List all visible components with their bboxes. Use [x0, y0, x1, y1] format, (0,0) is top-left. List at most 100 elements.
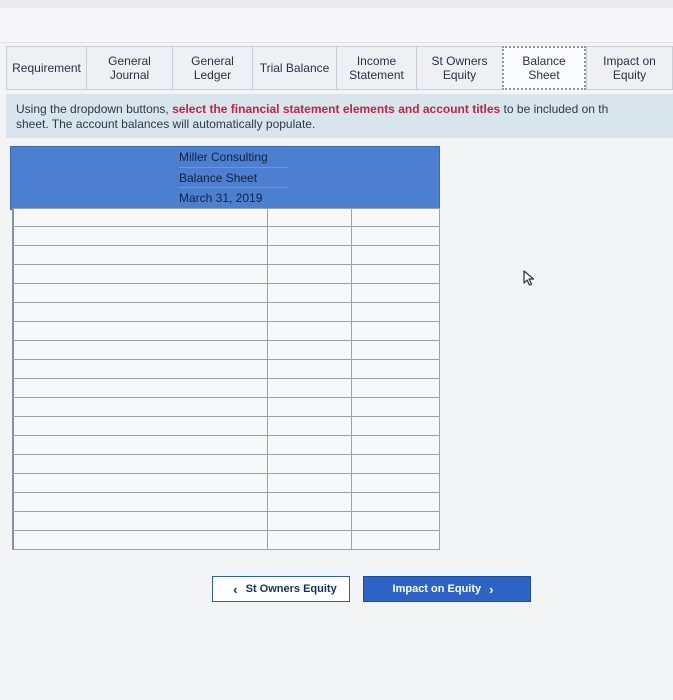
amount-cell[interactable] [268, 265, 352, 284]
mouse-cursor-icon [523, 270, 535, 286]
amount-cell[interactable] [268, 227, 352, 246]
tab-st-owners-equity[interactable]: St Owners Equity [416, 46, 502, 90]
instructions-highlight: select the financial statement elements … [172, 102, 501, 116]
total-cell[interactable] [352, 322, 440, 341]
table-row [12, 265, 440, 284]
table-row [12, 341, 440, 360]
balance-sheet-grid [12, 208, 440, 550]
instructions-banner: Using the dropdown buttons, select the f… [6, 94, 673, 138]
amount-cell[interactable] [268, 436, 352, 455]
total-cell[interactable] [352, 398, 440, 417]
table-row [12, 284, 440, 303]
account-title-dropdown[interactable] [12, 436, 268, 455]
total-cell[interactable] [352, 417, 440, 436]
account-title-dropdown[interactable] [12, 493, 268, 512]
chevron-right-icon: › [489, 581, 494, 597]
amount-cell[interactable] [268, 531, 352, 550]
chevron-left-icon: ‹ [233, 581, 238, 597]
total-cell[interactable] [352, 512, 440, 531]
instructions-line2: sheet. The account balances will automat… [16, 117, 316, 131]
amount-cell[interactable] [268, 303, 352, 322]
statement-date: March 31, 2019 [179, 187, 289, 208]
statement-title: Balance Sheet [179, 167, 289, 188]
total-cell[interactable] [352, 379, 440, 398]
amount-cell[interactable] [268, 379, 352, 398]
table-row [12, 398, 440, 417]
account-title-dropdown[interactable] [12, 360, 268, 379]
amount-cell[interactable] [268, 493, 352, 512]
account-title-dropdown[interactable] [12, 398, 268, 417]
total-cell[interactable] [352, 474, 440, 493]
prev-st-owners-equity-button[interactable]: ‹ St Owners Equity [212, 576, 350, 602]
amount-cell[interactable] [268, 322, 352, 341]
table-row [12, 208, 440, 227]
tab-requirement[interactable]: Requirement [6, 46, 86, 90]
total-cell[interactable] [352, 265, 440, 284]
instructions-prefix: Using the dropdown buttons, [16, 102, 173, 116]
table-row [12, 455, 440, 474]
amount-cell[interactable] [268, 208, 352, 227]
tab-balance-sheet[interactable]: Balance Sheet [502, 46, 586, 90]
company-name: Miller Consulting [179, 150, 268, 164]
tab-general-journal[interactable]: General Journal [86, 46, 172, 90]
account-title-dropdown[interactable] [12, 417, 268, 436]
table-row [12, 531, 440, 550]
table-row [12, 227, 440, 246]
tab-trial-balance[interactable]: Trial Balance [252, 46, 336, 90]
table-row [12, 360, 440, 379]
tab-impact-on-equity[interactable]: Impact on Equity [586, 46, 673, 90]
tab-general-ledger[interactable]: General Ledger [172, 46, 252, 90]
table-row [12, 474, 440, 493]
account-title-dropdown[interactable] [12, 246, 268, 265]
account-title-dropdown[interactable] [12, 379, 268, 398]
amount-cell[interactable] [268, 417, 352, 436]
account-title-dropdown[interactable] [12, 322, 268, 341]
prev-button-label: St Owners Equity [245, 583, 337, 595]
amount-cell[interactable] [268, 341, 352, 360]
total-cell[interactable] [352, 360, 440, 379]
next-button-label: Impact on Equity [392, 583, 482, 595]
total-cell[interactable] [352, 436, 440, 455]
amount-cell[interactable] [268, 512, 352, 531]
statement-header: Miller Consulting Balance Sheet March 31… [10, 146, 440, 210]
table-row [12, 303, 440, 322]
total-cell[interactable] [352, 303, 440, 322]
account-title-dropdown[interactable] [12, 455, 268, 474]
account-title-dropdown[interactable] [12, 341, 268, 360]
amount-cell[interactable] [268, 360, 352, 379]
account-title-dropdown[interactable] [12, 303, 268, 322]
tab-income-statement[interactable]: Income Statement [336, 46, 416, 90]
amount-cell[interactable] [268, 455, 352, 474]
account-title-dropdown[interactable] [12, 227, 268, 246]
table-row [12, 512, 440, 531]
total-cell[interactable] [352, 227, 440, 246]
table-row [12, 436, 440, 455]
total-cell[interactable] [352, 246, 440, 265]
next-impact-on-equity-button[interactable]: Impact on Equity › [363, 576, 531, 602]
amount-cell[interactable] [268, 474, 352, 493]
total-cell[interactable] [352, 531, 440, 550]
instructions-suffix: to be included on th [500, 102, 609, 116]
table-row [12, 246, 440, 265]
total-cell[interactable] [352, 341, 440, 360]
top-strip [0, 8, 673, 43]
account-title-dropdown[interactable] [12, 512, 268, 531]
account-title-dropdown[interactable] [12, 531, 268, 550]
table-row [12, 322, 440, 341]
account-title-dropdown[interactable] [12, 208, 268, 227]
total-cell[interactable] [352, 208, 440, 227]
table-row [12, 417, 440, 436]
table-row [12, 493, 440, 512]
total-cell[interactable] [352, 455, 440, 474]
table-row [12, 379, 440, 398]
account-title-dropdown[interactable] [12, 265, 268, 284]
amount-cell[interactable] [268, 398, 352, 417]
tab-bar: Requirement General Journal General Ledg… [6, 42, 673, 94]
amount-cell[interactable] [268, 246, 352, 265]
total-cell[interactable] [352, 284, 440, 303]
amount-cell[interactable] [268, 284, 352, 303]
account-title-dropdown[interactable] [12, 284, 268, 303]
total-cell[interactable] [352, 493, 440, 512]
app-screen: Requirement General Journal General Ledg… [0, 8, 673, 700]
account-title-dropdown[interactable] [12, 474, 268, 493]
